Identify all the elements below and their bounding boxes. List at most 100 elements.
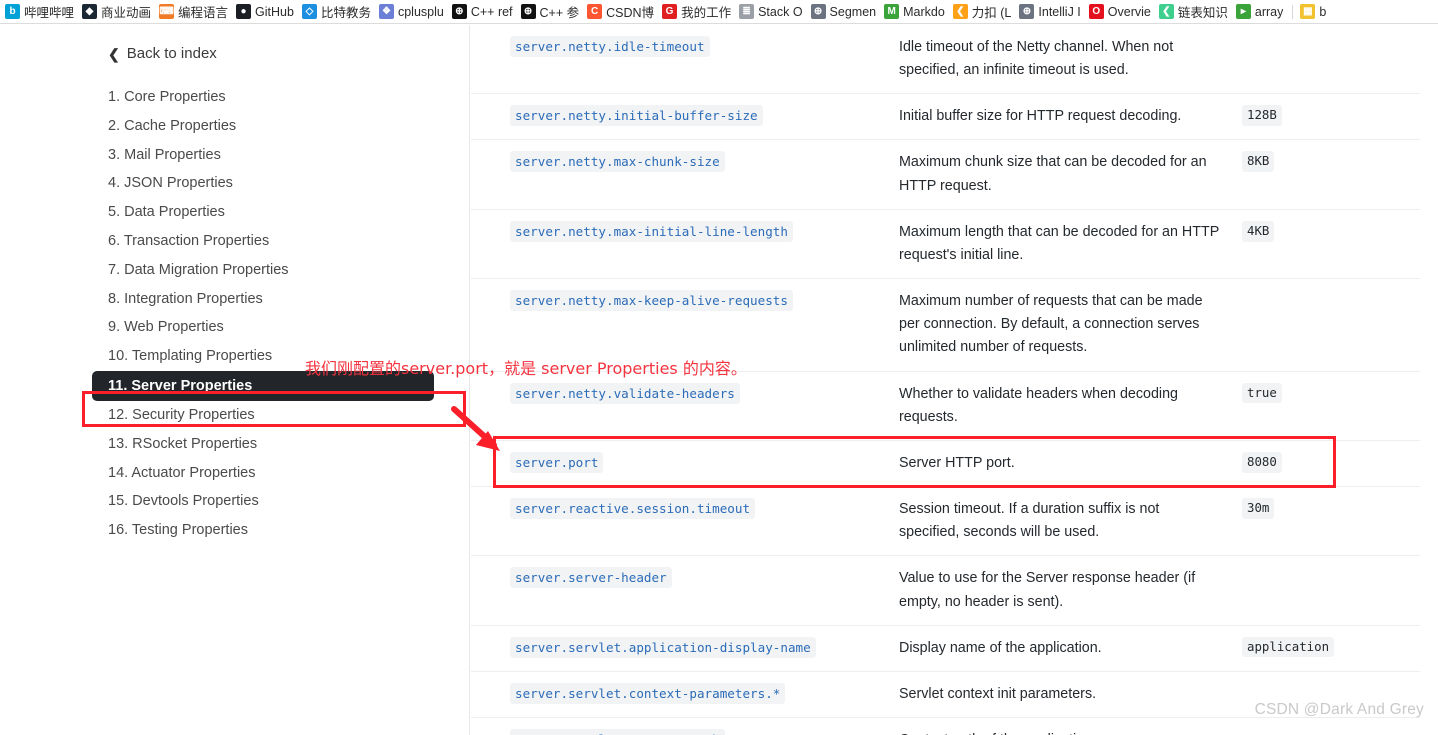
property-key-chip[interactable]: server.reactive.session.timeout [510, 498, 756, 520]
property-key-chip[interactable]: server.servlet.application-display-name [510, 636, 816, 658]
property-key-cell: server.reactive.session.timeout [471, 498, 899, 520]
property-key-chip[interactable]: server.netty.max-initial-line-length [510, 220, 793, 242]
property-key-chip[interactable]: server.netty.max-keep-alive-requests [510, 290, 793, 312]
property-key-chip[interactable]: server.netty.validate-headers [510, 382, 740, 404]
bookmark-label: 比特教务 [320, 6, 371, 20]
property-default-value-chip: 128B [1242, 105, 1282, 127]
property-key-cell: server.netty.idle-timeout [471, 36, 899, 57]
bookmark-label: 力扣 (L [971, 6, 1012, 20]
csdn-icon: C [587, 4, 603, 19]
bookmark-stackoverflow[interactable]: ≣ Stack O [736, 1, 807, 23]
property-description-cell: Maximum length that can be decoded for a… [899, 223, 1219, 263]
property-description-cell: Servlet context init parameters. [899, 685, 1097, 702]
bookmark-github[interactable]: ● GitHub [233, 1, 299, 23]
bilibili-icon: b [5, 4, 20, 19]
property-default-value-chip: 8KB [1242, 151, 1275, 173]
property-key-cell: server.servlet.context-parameters.* [471, 682, 899, 704]
sidebar-item-5-data-properties[interactable]: 5. Data Properties [108, 198, 458, 227]
property-description-cell: Whether to validate headers when decodin… [899, 385, 1178, 425]
sidebar-item-3-mail-properties[interactable]: 3. Mail Properties [108, 141, 458, 170]
bookmark-separator [1292, 4, 1294, 19]
property-key-chip[interactable]: server.port [510, 451, 604, 473]
bookmark-label: 哔哩哔哩 [24, 6, 75, 20]
property-key-cell: server.netty.max-chunk-size [471, 151, 899, 173]
property-key-chip[interactable]: server.netty.initial-buffer-size [510, 105, 763, 127]
property-description-cell: Display name of the application. [899, 639, 1102, 656]
sidebar-item-2-cache-properties[interactable]: 2. Cache Properties [108, 112, 458, 141]
bookmark-leetcode[interactable]: ❮ 力扣 (L [950, 1, 1017, 23]
table-row: server.port Server HTTP port. 8080 [471, 441, 1420, 488]
github-icon: ● [236, 4, 252, 19]
sidebar-item-4-json-properties[interactable]: 4. JSON Properties [108, 169, 458, 198]
sidebar-item-13-rsocket-properties[interactable]: 13. RSocket Properties [108, 430, 458, 459]
bookmark-bilibili[interactable]: b 哔哩哔哩 [2, 1, 79, 23]
bookmark-cpp-reference-cn[interactable]: ⊕ C++ 参 [518, 1, 585, 23]
table-row: server.netty.max-chunk-size Maximum chunk… [471, 140, 1420, 210]
property-key-cell: server.netty.validate-headers [471, 382, 899, 404]
bookmark-label: Segmen [829, 4, 877, 19]
sidebar-item-15-devtools-properties[interactable]: 15. Devtools Properties [108, 487, 458, 516]
property-key-chip[interactable]: server.server-header [510, 567, 672, 589]
bookmark-programming-language[interactable]: ⌨ 编程语言 [156, 1, 233, 23]
bookmark-cpp-reference[interactable]: ⊕ C++ ref [449, 1, 518, 23]
sidebar-item-8-integration-properties[interactable]: 8. Integration Properties [108, 285, 458, 314]
bookmark-label: 我的工作 [681, 6, 732, 20]
bookmark-calendar[interactable]: ▦ b [1297, 1, 1331, 23]
table-row: server.reactive.session.timeout Session t… [471, 487, 1420, 557]
bookmark-array[interactable]: ▸ array [1233, 1, 1288, 23]
bookmark-overview[interactable]: O Overvie [1086, 1, 1156, 23]
bookmark-cplusplus[interactable]: ❖ cplusplu [376, 1, 449, 23]
property-description-cell: Initial buffer size for HTTP request dec… [899, 108, 1182, 125]
markdown-icon: M [884, 4, 900, 19]
csdn-watermark: CSDN @Dark And Grey [1254, 701, 1424, 718]
bookmark-segmentfault[interactable]: ⊕ Segmen [808, 1, 882, 23]
sidebar-item-12-security-properties[interactable]: 12. Security Properties [108, 401, 458, 430]
sidebar-item-16-testing-properties[interactable]: 16. Testing Properties [108, 516, 458, 545]
bookmark-intellij[interactable]: ⊕ IntelliJ I [1016, 1, 1085, 23]
property-default-value-chip: true [1242, 382, 1282, 404]
property-description-cell: Session timeout. If a duration suffix is… [899, 501, 1160, 541]
property-key-cell: server.netty.max-keep-alive-requests [471, 290, 899, 312]
property-default-value-chip: 30m [1242, 498, 1275, 519]
sidebar-item-6-transaction-properties[interactable]: 6. Transaction Properties [108, 227, 458, 256]
bookmark-label: 链表知识 [1177, 6, 1228, 20]
bookmark-label: CSDN博 [606, 6, 655, 20]
bookmark-label: Stack O [758, 4, 803, 19]
property-description-cell: Server HTTP port. [899, 454, 1015, 471]
page-body: ❮ Back to index 1. Core Properties 2. Cac… [0, 25, 1438, 735]
property-key-cell: server.netty.max-initial-line-length [471, 220, 899, 242]
array-icon: ▸ [1235, 4, 1251, 19]
leetcode-icon: ❮ [952, 4, 968, 19]
back-to-index-link[interactable]: ❮ Back to index [108, 45, 217, 62]
my-work-icon: G [662, 4, 678, 19]
sidebar-item-14-actuator-properties[interactable]: 14. Actuator Properties [108, 459, 458, 488]
bookmark-my-work[interactable]: G 我的工作 [659, 1, 736, 23]
property-key-cell: server.netty.initial-buffer-size [471, 105, 899, 127]
sidebar-navigation: ❮ Back to index 1. Core Properties 2. Cac… [0, 25, 470, 735]
sidebar-item-9-web-properties[interactable]: 9. Web Properties [108, 313, 458, 342]
calendar-icon: ▦ [1300, 4, 1316, 19]
property-description-cell: Context path of the application. [899, 729, 1226, 735]
property-key-cell: server.server-header [471, 567, 899, 589]
sidebar-item-7-data-migration-properties[interactable]: 7. Data Migration Properties [108, 256, 458, 285]
stackoverflow-icon: ≣ [739, 4, 755, 19]
property-key-chip[interactable]: server.servlet.context-path [510, 728, 725, 735]
bookmark-csdn[interactable]: C CSDN博 [584, 1, 659, 23]
property-key-chip[interactable]: server.netty.idle-timeout [510, 36, 710, 57]
bookmark-label: Overvie [1107, 4, 1151, 19]
bookmark-bit-academic[interactable]: ◇ 比特教务 [299, 1, 376, 23]
bookmark-markdown[interactable]: M Markdo [881, 1, 950, 23]
bookmark-business-animation[interactable]: ◆ 商业动画 [79, 1, 156, 23]
cpp-reference-icon: ⊕ [451, 4, 467, 19]
overview-icon: O [1088, 4, 1104, 19]
property-default-value-cell: application [1226, 636, 1420, 658]
property-key-chip[interactable]: server.netty.max-chunk-size [510, 151, 725, 173]
table-row: server.server-header Value to use for the… [471, 556, 1420, 626]
sidebar-item-1-core-properties[interactable]: 1. Core Properties [108, 83, 458, 112]
bit-academic-icon: ◇ [301, 4, 317, 19]
property-key-chip[interactable]: server.servlet.context-parameters.* [510, 682, 786, 704]
property-key-cell: server.servlet.application-display-name [471, 636, 899, 658]
programming-language-icon: ⌨ [159, 4, 175, 19]
bookmark-linkedlist-notes[interactable]: ❮ 链表知识 [1156, 1, 1233, 23]
property-description-cell: Maximum number of requests that can be m… [899, 293, 1203, 356]
